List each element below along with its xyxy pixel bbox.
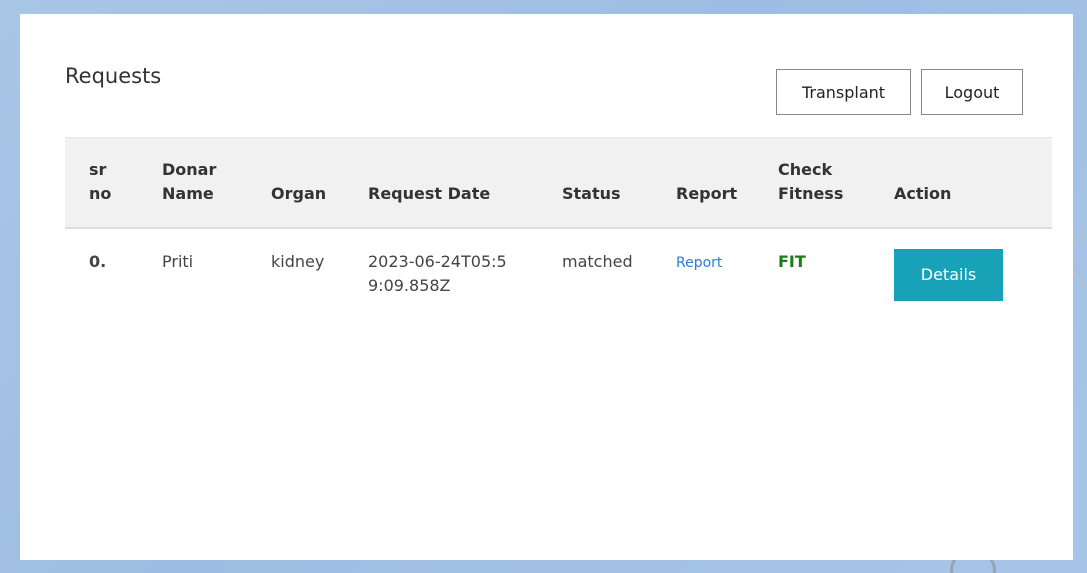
cell-organ: kidney <box>271 251 325 271</box>
column-header-organ: Organ <box>271 137 368 229</box>
fitness-status: FIT <box>778 251 806 271</box>
page-title: Requests <box>65 64 162 88</box>
column-header-report: Report <box>676 137 778 229</box>
cell-donar-name: Priti <box>162 251 194 271</box>
column-header-sr-no: sr no <box>65 137 162 229</box>
cell-request-date: 2023-06-24T05:59:09.858Z <box>368 251 507 295</box>
table-row: 0. Priti kidney 2023-06-24T05:59:09.858Z… <box>65 228 1052 301</box>
cell-check-fitness: FIT <box>778 228 894 301</box>
column-header-check-fitness: Check Fitness <box>778 137 894 229</box>
logout-button[interactable]: Logout <box>921 69 1023 115</box>
column-header-donar-name: Donar Name <box>162 137 271 229</box>
requests-panel: Requests Transplant Logout sr no Donar N… <box>20 14 1073 560</box>
column-header-action: Action <box>894 137 1052 229</box>
cell-sr-no: 0. <box>89 251 107 271</box>
column-header-status: Status <box>562 137 676 229</box>
cell-status: matched <box>562 251 633 271</box>
column-header-request-date: Request Date <box>368 137 562 229</box>
report-link[interactable]: Report <box>676 255 722 271</box>
cell-report: Report <box>676 228 778 301</box>
transplant-button[interactable]: Transplant <box>776 69 911 115</box>
table-header-row: sr no Donar Name Organ Request Date Stat… <box>65 137 1052 229</box>
details-button[interactable]: Details <box>894 248 1003 301</box>
requests-table: sr no Donar Name Organ Request Date Stat… <box>65 137 1052 301</box>
cell-action: Details <box>894 228 1052 301</box>
